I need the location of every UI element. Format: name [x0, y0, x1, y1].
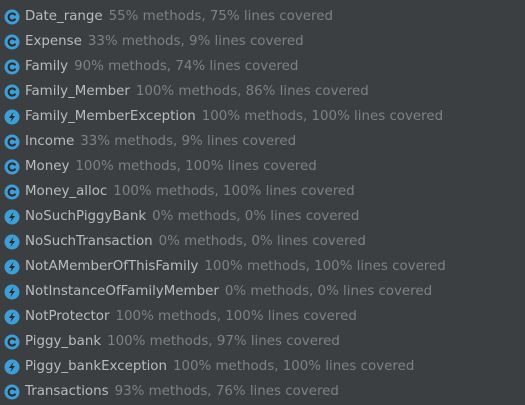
class-name: Money: [25, 159, 70, 174]
exception-icon: [4, 284, 20, 300]
class-icon: [4, 9, 20, 25]
class-name: Family_Member: [25, 84, 130, 99]
coverage-row[interactable]: NotAMemberOfThisFamily 100% methods, 100…: [0, 254, 525, 279]
coverage-stats: 100% methods, 100% lines covered: [75, 159, 317, 174]
coverage-row[interactable]: Piggy_bankException 100% methods, 100% l…: [0, 354, 525, 379]
class-icon: [4, 59, 20, 75]
coverage-stats: 100% methods, 100% lines covered: [201, 109, 444, 124]
class-name: Piggy_bank: [25, 334, 102, 349]
coverage-row[interactable]: Expense 33% methods, 9% lines covered: [0, 29, 525, 54]
class-icon: [4, 84, 20, 100]
coverage-row[interactable]: Date_range 55% methods, 75% lines covere…: [0, 4, 525, 29]
coverage-row[interactable]: Money_alloc 100% methods, 100% lines cov…: [0, 179, 525, 204]
coverage-class-list: Date_range 55% methods, 75% lines covere…: [0, 0, 525, 405]
class-name: NotInstanceOfFamilyMember: [25, 284, 219, 299]
exception-icon: [4, 109, 20, 125]
coverage-stats: 0% methods, 0% lines covered: [158, 234, 366, 249]
class-icon: [4, 384, 20, 400]
coverage-stats: 93% methods, 76% lines covered: [114, 384, 339, 399]
coverage-row[interactable]: Family_MemberException 100% methods, 100…: [0, 104, 525, 129]
coverage-stats: 90% methods, 74% lines covered: [74, 59, 299, 74]
coverage-stats: 100% methods, 86% lines covered: [135, 84, 369, 99]
class-icon: [4, 159, 20, 175]
coverage-stats: 100% methods, 100% lines covered: [204, 259, 446, 274]
coverage-row[interactable]: Piggy_bank 100% methods, 97% lines cover…: [0, 329, 525, 354]
class-name: Expense: [25, 34, 82, 49]
class-name: Family: [25, 59, 69, 74]
coverage-stats: 100% methods, 100% lines covered: [172, 359, 415, 374]
coverage-row[interactable]: Family 90% methods, 74% lines covered: [0, 54, 525, 79]
class-icon: [4, 34, 20, 50]
coverage-stats: 0% methods, 0% lines covered: [152, 209, 360, 224]
coverage-row[interactable]: NotInstanceOfFamilyMember 0% methods, 0%…: [0, 279, 525, 304]
coverage-row[interactable]: Transactions 93% methods, 76% lines cove…: [0, 379, 525, 404]
exception-icon: [4, 234, 20, 250]
coverage-stats: 100% methods, 100% lines covered: [115, 309, 357, 324]
coverage-stats: 33% methods, 9% lines covered: [87, 34, 304, 49]
class-name: Piggy_bankException: [25, 359, 167, 374]
class-name: NoSuchPiggyBank: [25, 209, 147, 224]
coverage-row[interactable]: NoSuchTransaction 0% methods, 0% lines c…: [0, 229, 525, 254]
class-name: NoSuchTransaction: [25, 234, 153, 249]
exception-icon: [4, 259, 20, 275]
exception-icon: [4, 209, 20, 225]
class-name: Date_range: [25, 9, 103, 24]
exception-icon: [4, 359, 20, 375]
coverage-row[interactable]: Income 33% methods, 9% lines covered: [0, 129, 525, 154]
class-name: NotProtector: [25, 309, 110, 324]
class-icon: [4, 184, 20, 200]
class-name: Family_MemberException: [25, 109, 196, 124]
coverage-stats: 0% methods, 0% lines covered: [224, 284, 433, 299]
class-name: NotAMemberOfThisFamily: [25, 259, 199, 274]
exception-icon: [4, 309, 20, 325]
coverage-row[interactable]: NotProtector 100% methods, 100% lines co…: [0, 304, 525, 329]
class-icon: [4, 334, 20, 350]
coverage-stats: 55% methods, 75% lines covered: [108, 9, 333, 24]
class-name: Money_alloc: [25, 184, 108, 199]
class-name: Transactions: [25, 384, 109, 399]
coverage-stats: 33% methods, 9% lines covered: [80, 134, 297, 149]
coverage-row[interactable]: Family_Member 100% methods, 86% lines co…: [0, 79, 525, 104]
coverage-stats: 100% methods, 97% lines covered: [107, 334, 340, 349]
class-icon: [4, 134, 20, 150]
class-name: Income: [25, 134, 75, 149]
coverage-stats: 100% methods, 100% lines covered: [113, 184, 355, 199]
coverage-row[interactable]: Money 100% methods, 100% lines covered: [0, 154, 525, 179]
coverage-row[interactable]: NoSuchPiggyBank 0% methods, 0% lines cov…: [0, 204, 525, 229]
